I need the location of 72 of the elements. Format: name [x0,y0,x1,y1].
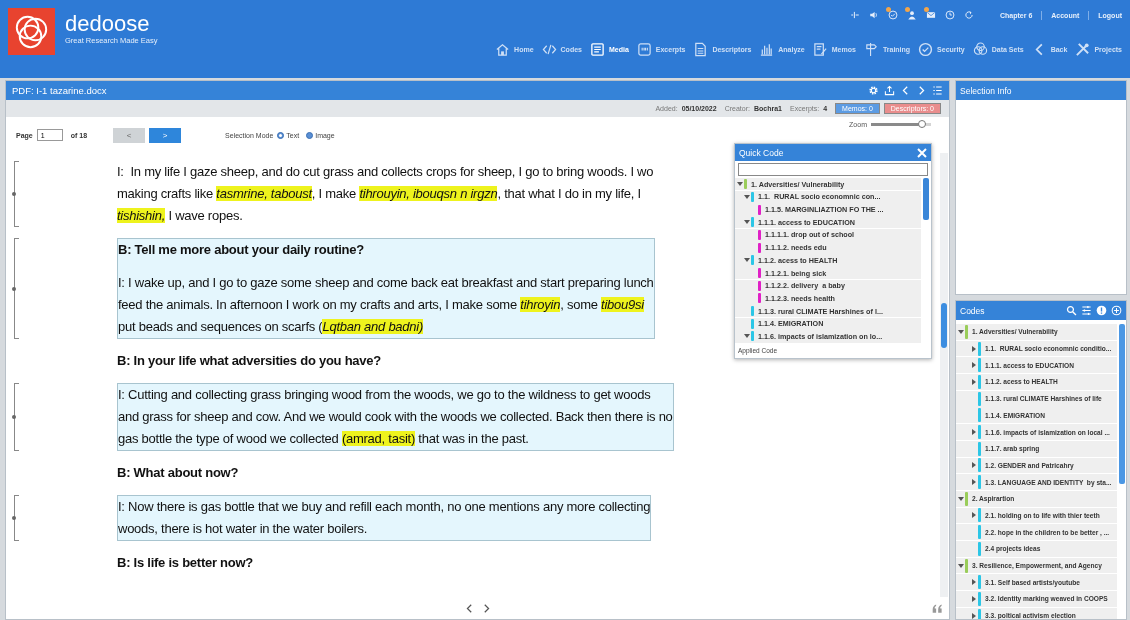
transcript-line: B: In your life what adversities do you have? [117,352,381,370]
envelope-icon[interactable] [926,10,936,20]
code-icon [541,42,557,57]
transcript-line: put beads and sequences on scarfs (Lqtban and badni) [118,318,425,336]
close-icon[interactable] [917,147,927,158]
excerpt-bracket[interactable] [14,161,19,227]
panel-title: Codes [960,305,985,316]
popup-title: Quick Code [739,147,784,158]
check-icon [918,42,934,57]
transcript-line: woods, there is hot water in the water boilers. [118,520,369,538]
expand-arrow-icon[interactable] [743,193,750,200]
person-icon[interactable] [907,10,917,20]
check-icon[interactable] [888,10,898,20]
info-icon[interactable] [1096,305,1107,316]
collapse-arrow-icon[interactable] [970,429,977,435]
expand-arrow-icon[interactable] [736,181,743,188]
transcript-line: and grass for sheep and cow. And we would cook with the woods we collected. Back then there is no [118,408,673,426]
zoom-slider[interactable] [871,123,931,126]
scrollbar[interactable] [940,153,948,597]
search-icon[interactable] [1066,305,1077,316]
transcript-line: I: I wake up, and I go to gaze some sheep and come back eat breakfast and start preparing lunch [118,274,654,292]
filter-icon[interactable] [1081,305,1092,316]
transcript-line: B: Tell me more about your daily routine? [118,241,365,259]
volume-icon[interactable] [869,10,879,20]
excerpt-bracket[interactable] [14,495,19,541]
transcript-line: B: Is life is better now? [117,554,254,572]
collapse-arrow-icon[interactable] [970,512,977,519]
document-icon [589,42,605,57]
transcript-line: B: What about now? [117,464,239,482]
panel-title: PDF: I-1 tazarine.docx [12,85,107,96]
collapse-arrow-icon[interactable] [970,345,977,352]
collapse-arrow-icon[interactable] [970,462,977,469]
list-icon[interactable] [932,85,943,96]
expand-arrow-icon[interactable] [743,257,750,264]
collapse-arrow-icon[interactable] [970,479,977,486]
upload-icon[interactable] [884,85,895,96]
collapse-arrow-icon[interactable] [970,378,977,385]
transcript-line: I: In my life I gaze sheep, and do cut grass and collects crops for sheep, I go to bring woods. I wo [117,163,654,181]
pager-button[interactable]: > [149,127,182,143]
expand-arrow-icon[interactable] [957,328,964,335]
app-name: dedoose [65,12,151,36]
list-icon [693,42,709,57]
transcript-line: feed the animals. In afternoon I work on my crafts and arts, I make some tihroyin, some tibou9si [118,296,646,314]
excerpt-bracket[interactable] [14,238,19,339]
radio-button[interactable] [306,131,314,139]
refresh-icon[interactable] [964,10,974,20]
panel-title: Selection Info [960,85,1012,96]
transcript-line: I: Now there is gas bottle that we buy and refill each month, no one mentions any more collecting [118,498,651,516]
memo-icon [812,42,828,57]
search-field[interactable] [738,163,928,176]
excerpt-bracket[interactable] [14,383,19,451]
signpost-icon [863,42,879,57]
add-icon[interactable] [1111,305,1122,316]
bar-chart-icon [759,42,775,57]
logo-icon[interactable] [8,8,55,55]
clock-icon[interactable] [945,10,955,20]
expand-arrow-icon[interactable] [957,495,964,502]
transcript-line: tishishin, I wave ropes. [117,207,244,225]
tools-icon [1075,42,1091,57]
collapse-arrow-icon[interactable] [970,595,977,602]
expand-arrow-icon[interactable] [743,219,750,226]
transcript-line: making crafts like tasmrine, taboust, I make tihrouyin, ibouqsn n irgzn, that what I do in my life, I [117,185,642,203]
collapse-arrow-icon[interactable] [970,579,977,586]
home-icon [495,42,511,57]
collapse-arrow-icon[interactable] [970,612,977,619]
transcript-line: I: Cutting and collecting grass bringing wood from the woods, we go to the wildness to get woods [118,386,652,404]
expand-arrow-icon[interactable] [743,333,750,340]
gear-icon[interactable] [868,85,879,96]
collapse-arrow-icon[interactable] [970,362,977,369]
transcript-line: gas bottle the type of wood we collected (amrad, tasit) that was in the past. [118,430,530,448]
radio-button[interactable] [277,131,285,139]
expand-arrow-icon[interactable] [957,562,964,569]
